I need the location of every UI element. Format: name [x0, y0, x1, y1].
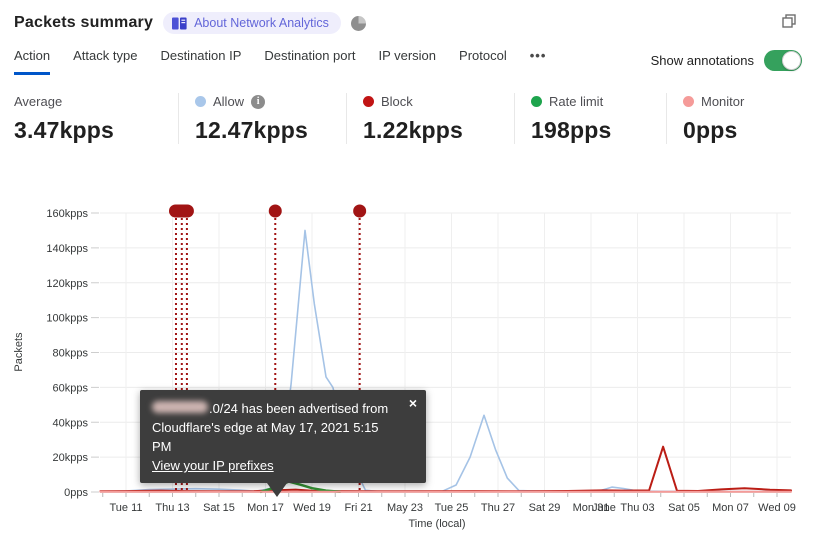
pie-chart-icon[interactable]: [350, 15, 366, 31]
stat-label-row: Block: [363, 93, 500, 110]
stat-label: Block: [381, 94, 413, 109]
y-tick-label: 60kpps: [53, 382, 89, 394]
page-title: Packets summary: [14, 14, 154, 31]
x-tick-label: Thu 27: [481, 502, 515, 514]
annotation-cluster-dot[interactable]: [168, 204, 194, 218]
tab-attack-type[interactable]: Attack type: [73, 48, 137, 75]
stat-label-row: Allow i: [195, 93, 332, 110]
rate-limit-legend-dot-icon: [531, 96, 542, 107]
toggle-knob: [782, 51, 801, 70]
stat-label-row: Average: [14, 93, 164, 110]
tooltip-caret: [267, 483, 287, 497]
annotation-tooltip: × .0/24 has been advertised from Cloudfl…: [140, 390, 426, 497]
stat-label: Allow: [213, 94, 245, 109]
tab-destination-ip[interactable]: Destination IP: [160, 48, 241, 75]
show-annotations-control: Show annotations: [651, 48, 802, 71]
close-icon[interactable]: ×: [409, 394, 417, 413]
x-tick-label: Thu 13: [155, 502, 189, 514]
stat-value: 1.22kpps: [363, 117, 464, 143]
x-tick-label: Tue 25: [435, 502, 469, 514]
x-month-label: June: [592, 502, 616, 514]
tab-ip-version[interactable]: IP version: [378, 48, 436, 75]
show-annotations-label: Show annotations: [650, 53, 754, 68]
stat-value: 198pps: [531, 117, 612, 143]
tab-destination-port[interactable]: Destination port: [264, 48, 355, 75]
x-tick-label: Sat 15: [203, 502, 235, 514]
tabs: Action Attack type Destination IP Destinati…: [14, 48, 546, 75]
y-tick-label: 100kpps: [46, 313, 88, 325]
y-tick-label: 80kpps: [53, 348, 89, 360]
redacted-ip-prefix: [152, 401, 208, 413]
stat-rate-limit[interactable]: Rate limit 198pps: [514, 93, 666, 144]
y-tick-label: 140kpps: [46, 243, 88, 255]
x-tick-label: Thu 03: [620, 502, 654, 514]
info-icon[interactable]: i: [251, 94, 266, 109]
stat-block[interactable]: Block 1.22kpps: [346, 93, 514, 144]
x-tick-label: Sat 05: [668, 502, 700, 514]
stat-label: Monitor: [701, 94, 745, 109]
stats-row: Average 3.47kpps Allow i 12.47kpps Block 1.22k…: [0, 93, 816, 144]
x-tick-label: May 23: [387, 502, 423, 514]
badge-label: About Network Analytics: [194, 16, 329, 30]
x-tick-label: Wed 09: [758, 502, 796, 514]
stat-label: Rate limit: [549, 94, 604, 109]
x-tick-label: Sat 29: [529, 502, 561, 514]
tab-more-icon[interactable]: •••: [530, 48, 547, 75]
y-tick-label: 160kpps: [46, 208, 88, 220]
panel-header: Packets summary About Network Analytics: [0, 0, 816, 34]
x-tick-label: Mon 07: [712, 502, 749, 514]
about-network-analytics-badge[interactable]: About Network Analytics: [163, 12, 341, 34]
restore-window-icon[interactable]: [782, 13, 796, 33]
stat-value: 0pps: [683, 117, 738, 143]
stat-label-row: Rate limit: [531, 93, 652, 110]
stat-value: 12.47kpps: [195, 117, 309, 143]
x-tick-label: Tue 11: [109, 502, 142, 514]
tab-bar: Action Attack type Destination IP Destinati…: [0, 48, 816, 75]
tab-action[interactable]: Action: [14, 48, 51, 75]
stat-value: 3.47kpps: [14, 117, 115, 143]
show-annotations-toggle[interactable]: [764, 50, 802, 71]
block-legend-dot-icon: [363, 96, 374, 107]
view-ip-prefixes-link[interactable]: View your IP prefixes: [152, 458, 274, 473]
y-axis-title: Packets: [13, 332, 25, 372]
tooltip-text: .0/24 has been advertised from Cloudflar…: [152, 401, 389, 454]
packets-chart: 0pps 20kpps 40kpps 60kpps 80kpps 100kpps 120kp…: [0, 185, 816, 545]
stat-average: Average 3.47kpps: [14, 93, 178, 144]
y-tick-label: 20kpps: [53, 452, 89, 464]
annotation-dot[interactable]: [268, 204, 282, 218]
x-axis-title: Time (local): [408, 518, 465, 530]
stat-label-row: Monitor: [683, 93, 744, 110]
x-tick-label: Wed 19: [293, 502, 331, 514]
book-icon: [172, 17, 187, 29]
y-tick-label: 0pps: [64, 487, 88, 499]
annotation-dot[interactable]: [353, 204, 367, 218]
x-tick-label: Fri 21: [344, 502, 372, 514]
y-tick-label: 40kpps: [53, 417, 89, 429]
stat-monitor[interactable]: Monitor 0pps: [666, 93, 758, 144]
chart-canvas: 0pps 20kpps 40kpps 60kpps 80kpps 100kpps 120kp…: [13, 204, 796, 530]
y-tick-label: 120kpps: [46, 278, 88, 290]
allow-legend-dot-icon: [195, 96, 206, 107]
stat-label: Average: [14, 94, 63, 109]
tab-protocol[interactable]: Protocol: [459, 48, 507, 75]
stat-allow[interactable]: Allow i 12.47kpps: [178, 93, 346, 144]
monitor-legend-dot-icon: [683, 96, 694, 107]
x-tick-label: Mon 17: [247, 502, 284, 514]
